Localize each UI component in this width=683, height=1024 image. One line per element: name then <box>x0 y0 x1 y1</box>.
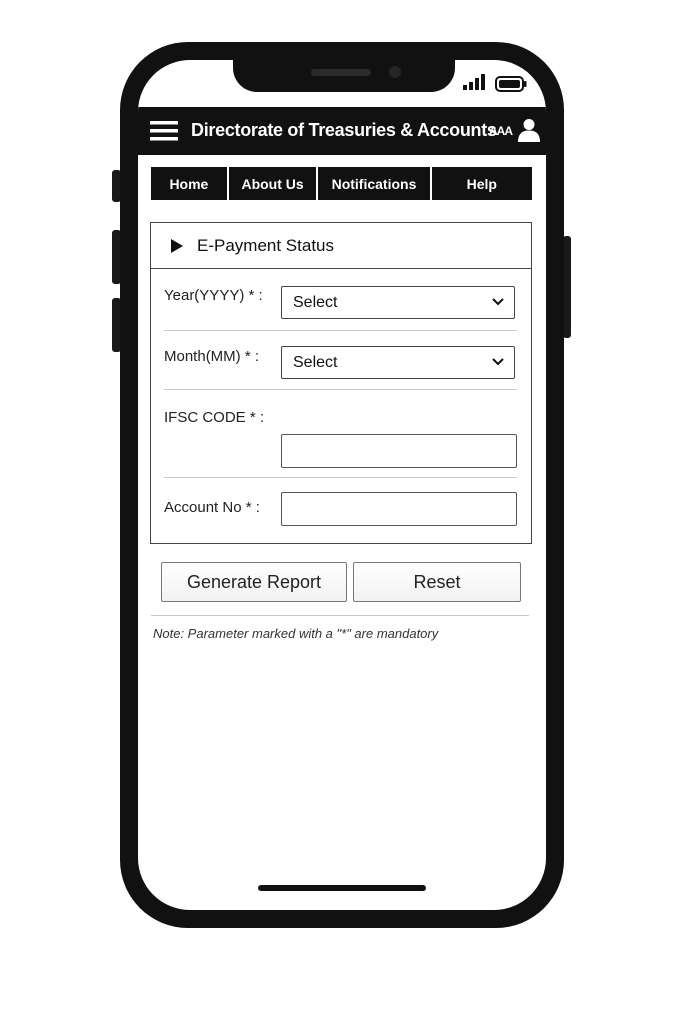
main-nav: Home About Us Notifications Help <box>151 167 532 200</box>
phone-power-button <box>563 236 571 338</box>
triangle-right-icon[interactable] <box>171 238 183 253</box>
nav-item-help[interactable]: Help <box>432 167 532 200</box>
panel-header: E-Payment Status <box>151 223 531 269</box>
account-label: Account No * : <box>164 499 260 516</box>
chevron-down-icon <box>492 298 504 306</box>
user-icon[interactable] <box>518 118 540 142</box>
nav-item-about-us[interactable]: About Us <box>229 167 319 200</box>
app-header: Directorate of Treasuries & Accounts AAA <box>138 107 546 155</box>
year-select-value: Select <box>293 293 338 311</box>
panel-title: E-Payment Status <box>197 235 335 255</box>
ifsc-input[interactable] <box>281 434 517 468</box>
year-label: Year(YYYY) * : <box>164 287 263 304</box>
font-size-toggle[interactable]: AAA <box>489 124 513 138</box>
ifsc-label: IFSC CODE * : <box>164 409 265 426</box>
note-divider <box>151 615 529 616</box>
speaker-grill <box>311 69 371 76</box>
month-select-value: Select <box>293 353 338 371</box>
nav-item-notifications[interactable]: Notifications <box>318 167 432 200</box>
month-select[interactable]: Select <box>281 346 515 379</box>
account-input[interactable] <box>281 492 517 526</box>
e-payment-status-panel: E-Payment Status Year(YYYY) * : Select M… <box>150 222 532 544</box>
nav-item-home[interactable]: Home <box>151 167 229 200</box>
stage: Directorate of Treasuries & Accounts AAA… <box>0 0 683 1024</box>
row-divider <box>164 477 517 478</box>
chevron-down-icon <box>492 358 504 366</box>
phone-notch <box>233 60 455 92</box>
mandatory-note: Note: Parameter marked with a "*" are ma… <box>153 626 439 641</box>
battery-icon <box>495 76 527 92</box>
generate-report-button[interactable]: Generate Report <box>161 562 347 602</box>
hamburger-menu-icon[interactable] <box>150 121 178 141</box>
year-select[interactable]: Select <box>281 286 515 319</box>
row-divider <box>164 389 517 390</box>
row-divider <box>164 330 517 331</box>
app-title: Directorate of Treasuries & Accounts <box>191 120 497 140</box>
reset-button[interactable]: Reset <box>353 562 521 602</box>
front-camera <box>389 66 401 78</box>
phone-screen: Directorate of Treasuries & Accounts AAA… <box>138 60 546 910</box>
cell-signal-icon <box>463 74 485 90</box>
home-indicator <box>258 885 426 891</box>
month-label: Month(MM) * : <box>164 348 260 365</box>
